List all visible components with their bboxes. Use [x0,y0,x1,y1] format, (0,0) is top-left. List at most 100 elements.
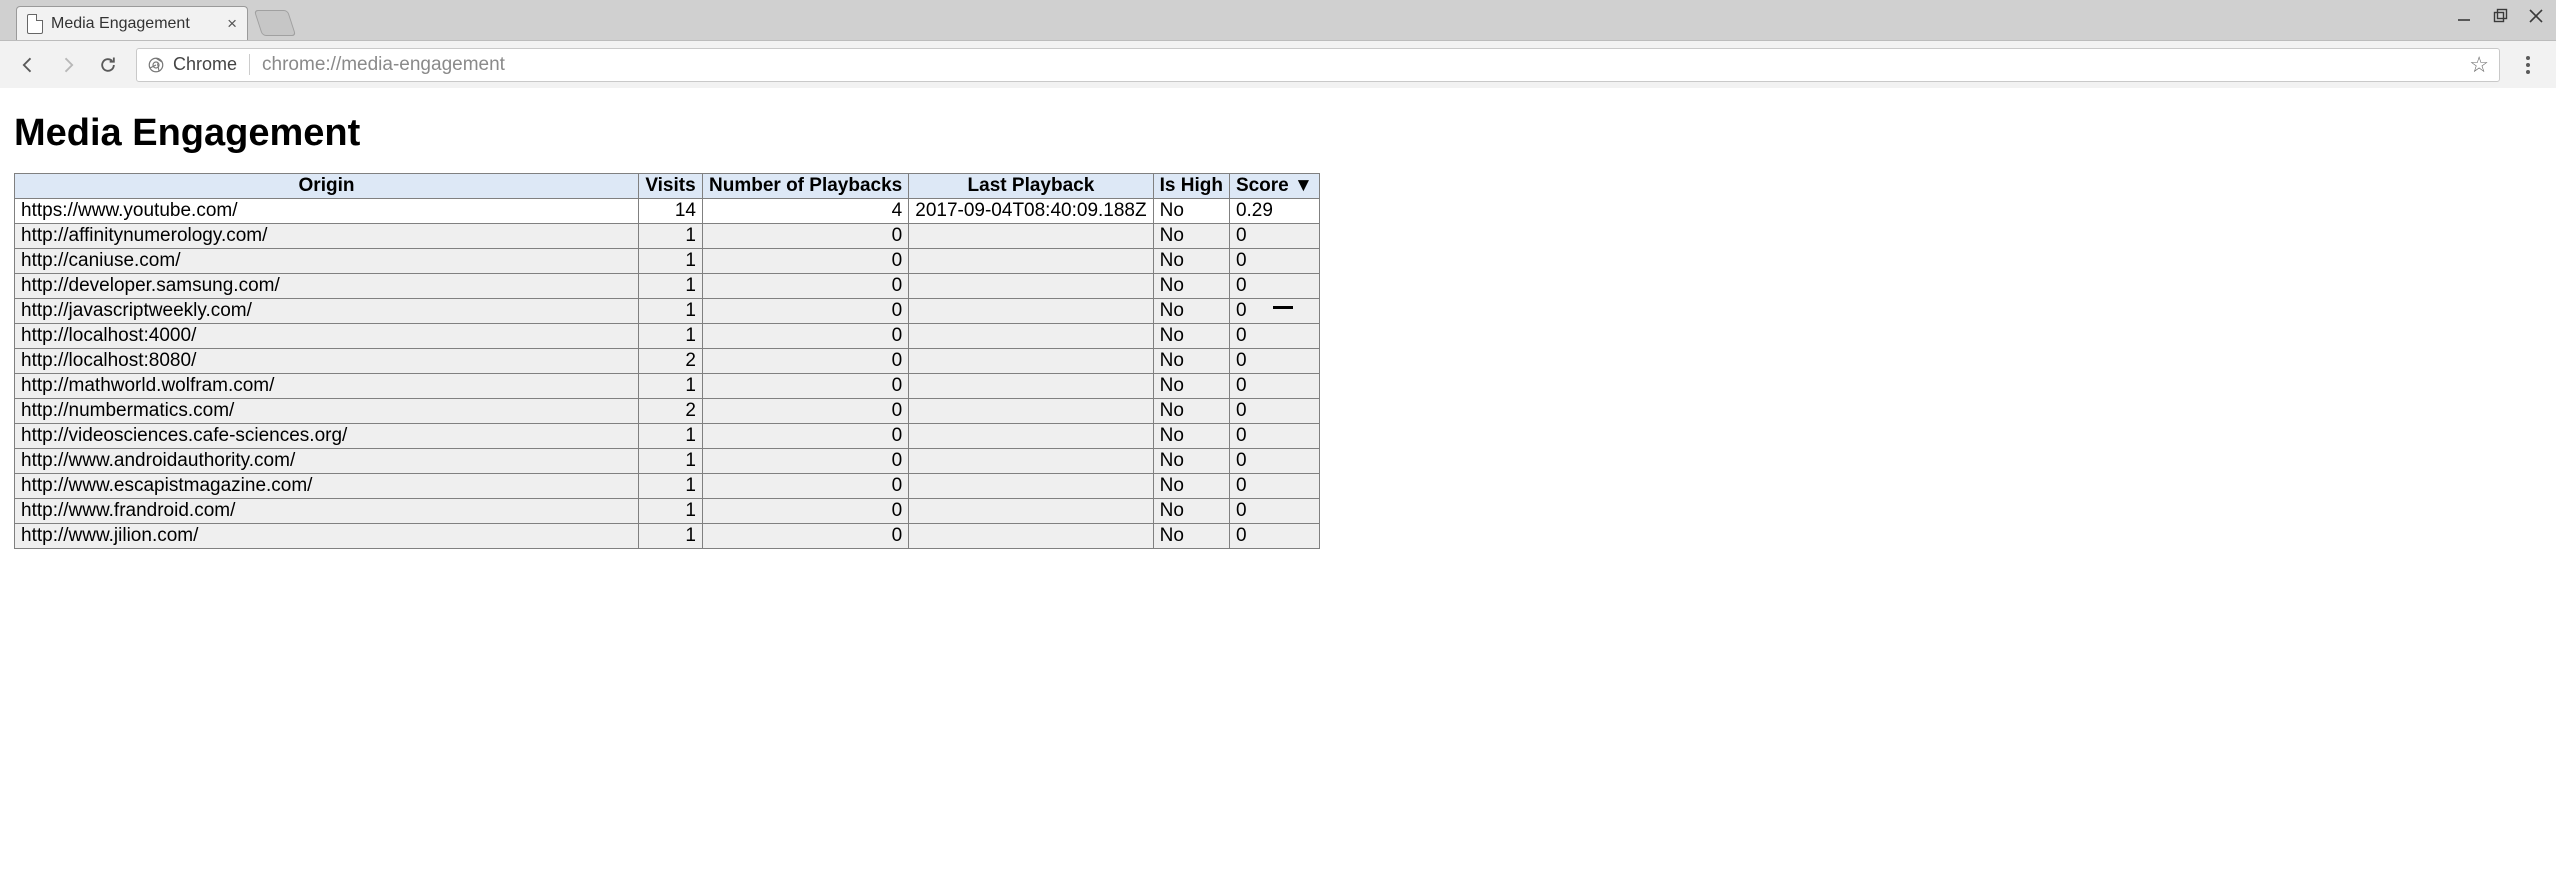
tab-title: Media Engagement [51,15,221,33]
browser-tab[interactable]: Media Engagement × [16,6,248,40]
engagement-table: Origin Visits Number of Playbacks Last P… [14,173,1320,549]
menu-button[interactable] [2516,56,2540,74]
cell-visits: 1 [639,424,703,449]
col-header-score[interactable]: Score ▼ [1229,174,1319,199]
table-row: http://www.androidauthority.com/10No0 [15,449,1320,474]
cell-visits: 1 [639,274,703,299]
tab-strip: Media Engagement × [0,0,2556,40]
decorative-dash [1273,306,1293,309]
cell-ishigh: No [1153,399,1229,424]
cell-last: 2017-09-04T08:40:09.188Z [909,199,1153,224]
cell-playbacks: 0 [703,324,909,349]
cell-score: 0 [1229,499,1319,524]
address-bar[interactable]: Chrome chrome://media-engagement ☆ [136,48,2500,82]
table-row: http://javascriptweekly.com/10No0 [15,299,1320,324]
col-header-origin[interactable]: Origin [15,174,639,199]
table-row: http://localhost:4000/10No0 [15,324,1320,349]
cell-visits: 1 [639,249,703,274]
col-header-playbacks[interactable]: Number of Playbacks [703,174,909,199]
cell-visits: 1 [639,374,703,399]
cell-last [909,474,1153,499]
cell-origin: http://www.frandroid.com/ [15,499,639,524]
table-row: http://www.escapistmagazine.com/10No0 [15,474,1320,499]
new-tab-button[interactable] [254,10,296,36]
cell-visits: 1 [639,474,703,499]
cell-ishigh: No [1153,324,1229,349]
page-content: Media Engagement Origin Visits Number of… [0,88,2556,549]
cell-last [909,399,1153,424]
tab-close-icon[interactable]: × [227,15,237,32]
table-row: http://caniuse.com/10No0 [15,249,1320,274]
cell-origin: http://affinitynumerology.com/ [15,224,639,249]
table-row: http://www.frandroid.com/10No0 [15,499,1320,524]
col-header-is-high[interactable]: Is High [1153,174,1229,199]
cell-playbacks: 0 [703,249,909,274]
cell-score: 0 [1229,424,1319,449]
cell-last [909,349,1153,374]
reload-button[interactable] [96,53,120,77]
url-text: chrome://media-engagement [262,54,2469,76]
cell-playbacks: 0 [703,274,909,299]
cell-playbacks: 0 [703,299,909,324]
cell-origin: http://localhost:4000/ [15,324,639,349]
table-row: http://affinitynumerology.com/10No0 [15,224,1320,249]
cell-score: 0 [1229,374,1319,399]
cell-ishigh: No [1153,474,1229,499]
table-row: http://developer.samsung.com/10No0 [15,274,1320,299]
cell-visits: 14 [639,199,703,224]
bookmark-star-icon[interactable]: ☆ [2469,52,2489,78]
cell-last [909,524,1153,549]
col-header-last-playback[interactable]: Last Playback [909,174,1153,199]
browser-toolbar: Chrome chrome://media-engagement ☆ [0,40,2556,88]
cell-playbacks: 4 [703,199,909,224]
cell-ishigh: No [1153,424,1229,449]
cell-playbacks: 0 [703,449,909,474]
table-row: https://www.youtube.com/1442017-09-04T08… [15,199,1320,224]
cell-ishigh: No [1153,349,1229,374]
cell-visits: 1 [639,499,703,524]
cell-last [909,424,1153,449]
cell-playbacks: 0 [703,399,909,424]
col-header-visits[interactable]: Visits [639,174,703,199]
cell-score: 0 [1229,324,1319,349]
cell-last [909,274,1153,299]
table-row: http://mathworld.wolfram.com/10No0 [15,374,1320,399]
cell-visits: 1 [639,299,703,324]
cell-playbacks: 0 [703,224,909,249]
cell-score: 0 [1229,349,1319,374]
cell-score: 0 [1229,449,1319,474]
cell-playbacks: 0 [703,349,909,374]
cell-origin: http://caniuse.com/ [15,249,639,274]
table-row: http://localhost:8080/20No0 [15,349,1320,374]
cell-last [909,224,1153,249]
table-row: http://videosciences.cafe-sciences.org/1… [15,424,1320,449]
page-title: Media Engagement [14,112,2542,155]
back-button[interactable] [16,53,40,77]
cell-last [909,499,1153,524]
cell-origin: http://videosciences.cafe-sciences.org/ [15,424,639,449]
cell-origin: http://www.escapistmagazine.com/ [15,474,639,499]
cell-origin: http://developer.samsung.com/ [15,274,639,299]
cell-origin: https://www.youtube.com/ [15,199,639,224]
cell-ishigh: No [1153,374,1229,399]
cell-visits: 1 [639,224,703,249]
cell-origin: http://www.androidauthority.com/ [15,449,639,474]
cell-playbacks: 0 [703,374,909,399]
cell-score: 0 [1229,399,1319,424]
table-row: http://www.jilion.com/10No0 [15,524,1320,549]
cell-ishigh: No [1153,224,1229,249]
cell-last [909,249,1153,274]
cell-origin: http://numbermatics.com/ [15,399,639,424]
cell-score: 0 [1229,249,1319,274]
forward-button[interactable] [56,53,80,77]
cell-origin: http://www.jilion.com/ [15,524,639,549]
cell-score: 0 [1229,224,1319,249]
page-icon [27,14,43,34]
cell-last [909,449,1153,474]
cell-ishigh: No [1153,249,1229,274]
cell-playbacks: 0 [703,474,909,499]
cell-last [909,324,1153,349]
cell-last [909,374,1153,399]
cell-ishigh: No [1153,199,1229,224]
cell-ishigh: No [1153,449,1229,474]
